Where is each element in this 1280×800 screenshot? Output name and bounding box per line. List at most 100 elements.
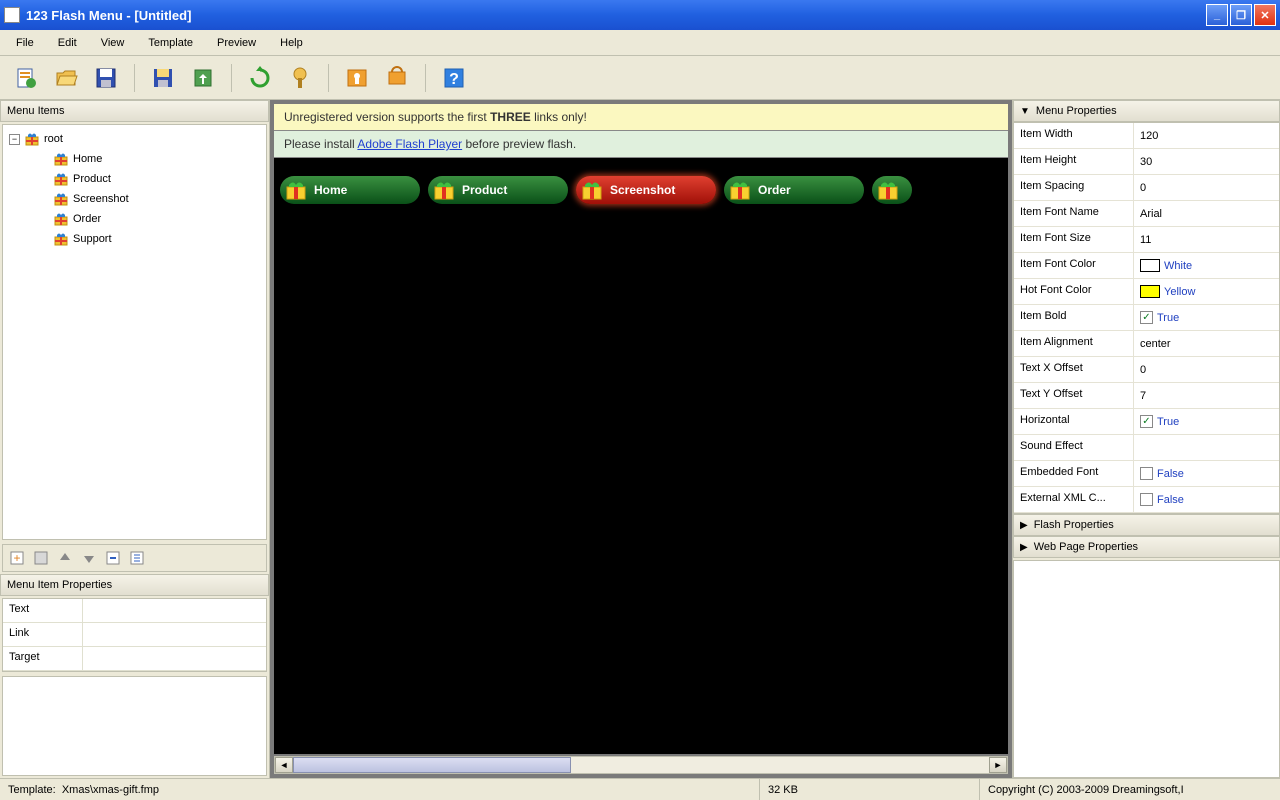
prop-key: Embedded Font <box>1014 461 1134 486</box>
property-row[interactable]: Sound Effect <box>1014 435 1279 461</box>
scroll-track[interactable] <box>293 757 989 773</box>
menu-file[interactable]: File <box>6 34 44 52</box>
maximize-button[interactable]: ❐ <box>1230 4 1252 26</box>
prop-key: Item Alignment <box>1014 331 1134 356</box>
tree-item-home[interactable]: Home <box>7 149 262 169</box>
add-item-button[interactable]: + <box>7 548 27 568</box>
collapse-icon[interactable]: − <box>9 134 20 145</box>
menu-tree[interactable]: −rootHomeProductScreenshotOrderSupport <box>2 124 267 540</box>
property-row[interactable]: Text Y Offset7 <box>1014 383 1279 409</box>
register-button[interactable] <box>341 62 373 94</box>
property-row[interactable]: HorizontalTrue <box>1014 409 1279 435</box>
help-button[interactable]: ? <box>438 62 470 94</box>
move-down-button[interactable] <box>79 548 99 568</box>
menu-help[interactable]: Help <box>270 34 313 52</box>
menu-label: Screenshot <box>610 183 675 197</box>
prop-value[interactable]: True <box>1134 305 1279 330</box>
property-row[interactable]: Item Spacing0 <box>1014 175 1279 201</box>
preview-menu-partial[interactable] <box>872 176 912 204</box>
tree-item-order[interactable]: Order <box>7 209 262 229</box>
tree-item-screenshot[interactable]: Screenshot <box>7 189 262 209</box>
preview-menu-home[interactable]: Home <box>280 176 420 204</box>
property-row[interactable]: Item BoldTrue <box>1014 305 1279 331</box>
prop-value[interactable]: 7 <box>1134 383 1279 408</box>
color-swatch[interactable] <box>1140 285 1160 298</box>
item-prop-row[interactable]: Text <box>3 599 266 623</box>
checkbox[interactable] <box>1140 415 1153 428</box>
flash-player-link[interactable]: Adobe Flash Player <box>357 137 462 151</box>
prop-value[interactable]: 30 <box>1134 149 1279 174</box>
save-template-button[interactable] <box>147 62 179 94</box>
tree-item-support[interactable]: Support <box>7 229 262 249</box>
publish-button[interactable] <box>284 62 316 94</box>
tree-root[interactable]: −root <box>7 129 262 149</box>
indent-button[interactable] <box>103 548 123 568</box>
new-button[interactable] <box>10 62 42 94</box>
buy-button[interactable] <box>381 62 413 94</box>
menu-preview: Home Product Screenshot Order <box>274 158 1008 210</box>
prop-value[interactable] <box>83 599 266 622</box>
prop-value[interactable]: 0 <box>1134 357 1279 382</box>
property-row[interactable]: Item Font ColorWhite <box>1014 253 1279 279</box>
property-row[interactable]: Embedded FontFalse <box>1014 461 1279 487</box>
property-row[interactable]: Item Width120 <box>1014 123 1279 149</box>
export-button[interactable] <box>187 62 219 94</box>
delete-item-button[interactable] <box>31 548 51 568</box>
prop-value[interactable] <box>83 623 266 646</box>
prop-value[interactable]: False <box>1134 461 1279 486</box>
property-row[interactable]: Text X Offset0 <box>1014 357 1279 383</box>
checkbox[interactable] <box>1140 493 1153 506</box>
color-swatch[interactable] <box>1140 259 1160 272</box>
flash-properties-header[interactable]: ▶Flash Properties <box>1013 514 1280 536</box>
horizontal-scrollbar[interactable]: ◄ ► <box>274 756 1008 774</box>
open-button[interactable] <box>50 62 82 94</box>
tree-item-product[interactable]: Product <box>7 169 262 189</box>
preview-menu-order[interactable]: Order <box>724 176 864 204</box>
prop-value[interactable]: center <box>1134 331 1279 356</box>
prop-value[interactable]: 120 <box>1134 123 1279 148</box>
prop-value[interactable] <box>1134 435 1279 460</box>
checkbox[interactable] <box>1140 467 1153 480</box>
prop-value[interactable]: Arial <box>1134 201 1279 226</box>
menu-template[interactable]: Template <box>138 34 203 52</box>
menu-view[interactable]: View <box>91 34 135 52</box>
preview-menu-screenshot[interactable]: Screenshot <box>576 176 716 204</box>
move-up-button[interactable] <box>55 548 75 568</box>
property-row[interactable]: Item Font Size11 <box>1014 227 1279 253</box>
property-row[interactable]: External XML C...False <box>1014 487 1279 513</box>
item-prop-row[interactable]: Target <box>3 647 266 671</box>
webpage-properties-header[interactable]: ▶Web Page Properties <box>1013 536 1280 558</box>
scroll-right-button[interactable]: ► <box>989 757 1007 773</box>
scroll-left-button[interactable]: ◄ <box>275 757 293 773</box>
prop-value-text: 7 <box>1140 390 1146 402</box>
minimize-button[interactable]: _ <box>1206 4 1228 26</box>
prop-value[interactable]: True <box>1134 409 1279 434</box>
banner-text: Please install <box>284 137 357 151</box>
property-row[interactable]: Hot Font ColorYellow <box>1014 279 1279 305</box>
menu-properties-header[interactable]: ▼Menu Properties <box>1013 100 1280 122</box>
checkbox[interactable] <box>1140 311 1153 324</box>
prop-value[interactable]: False <box>1134 487 1279 512</box>
outdent-button[interactable] <box>127 548 147 568</box>
menu-edit[interactable]: Edit <box>48 34 87 52</box>
prop-value[interactable] <box>83 647 266 670</box>
prop-value[interactable]: Yellow <box>1134 279 1279 304</box>
close-button[interactable]: ✕ <box>1254 4 1276 26</box>
prop-value[interactable]: 0 <box>1134 175 1279 200</box>
item-prop-row[interactable]: Link <box>3 623 266 647</box>
scroll-thumb[interactable] <box>293 757 571 773</box>
menu-preview[interactable]: Preview <box>207 34 266 52</box>
prop-value[interactable]: 11 <box>1134 227 1279 252</box>
property-row[interactable]: Item Alignmentcenter <box>1014 331 1279 357</box>
prop-value-text: 120 <box>1140 130 1158 142</box>
title-bar: 123 Flash Menu - [Untitled] _ ❐ ✕ <box>0 0 1280 30</box>
prop-value[interactable]: White <box>1134 253 1279 278</box>
prop-key: Horizontal <box>1014 409 1134 434</box>
refresh-button[interactable] <box>244 62 276 94</box>
property-row[interactable]: Item Height30 <box>1014 149 1279 175</box>
preview-panel: Unregistered version supports the first … <box>270 100 1012 778</box>
preview-menu-product[interactable]: Product <box>428 176 568 204</box>
property-row[interactable]: Item Font NameArial <box>1014 201 1279 227</box>
save-button[interactable] <box>90 62 122 94</box>
prop-key: Hot Font Color <box>1014 279 1134 304</box>
